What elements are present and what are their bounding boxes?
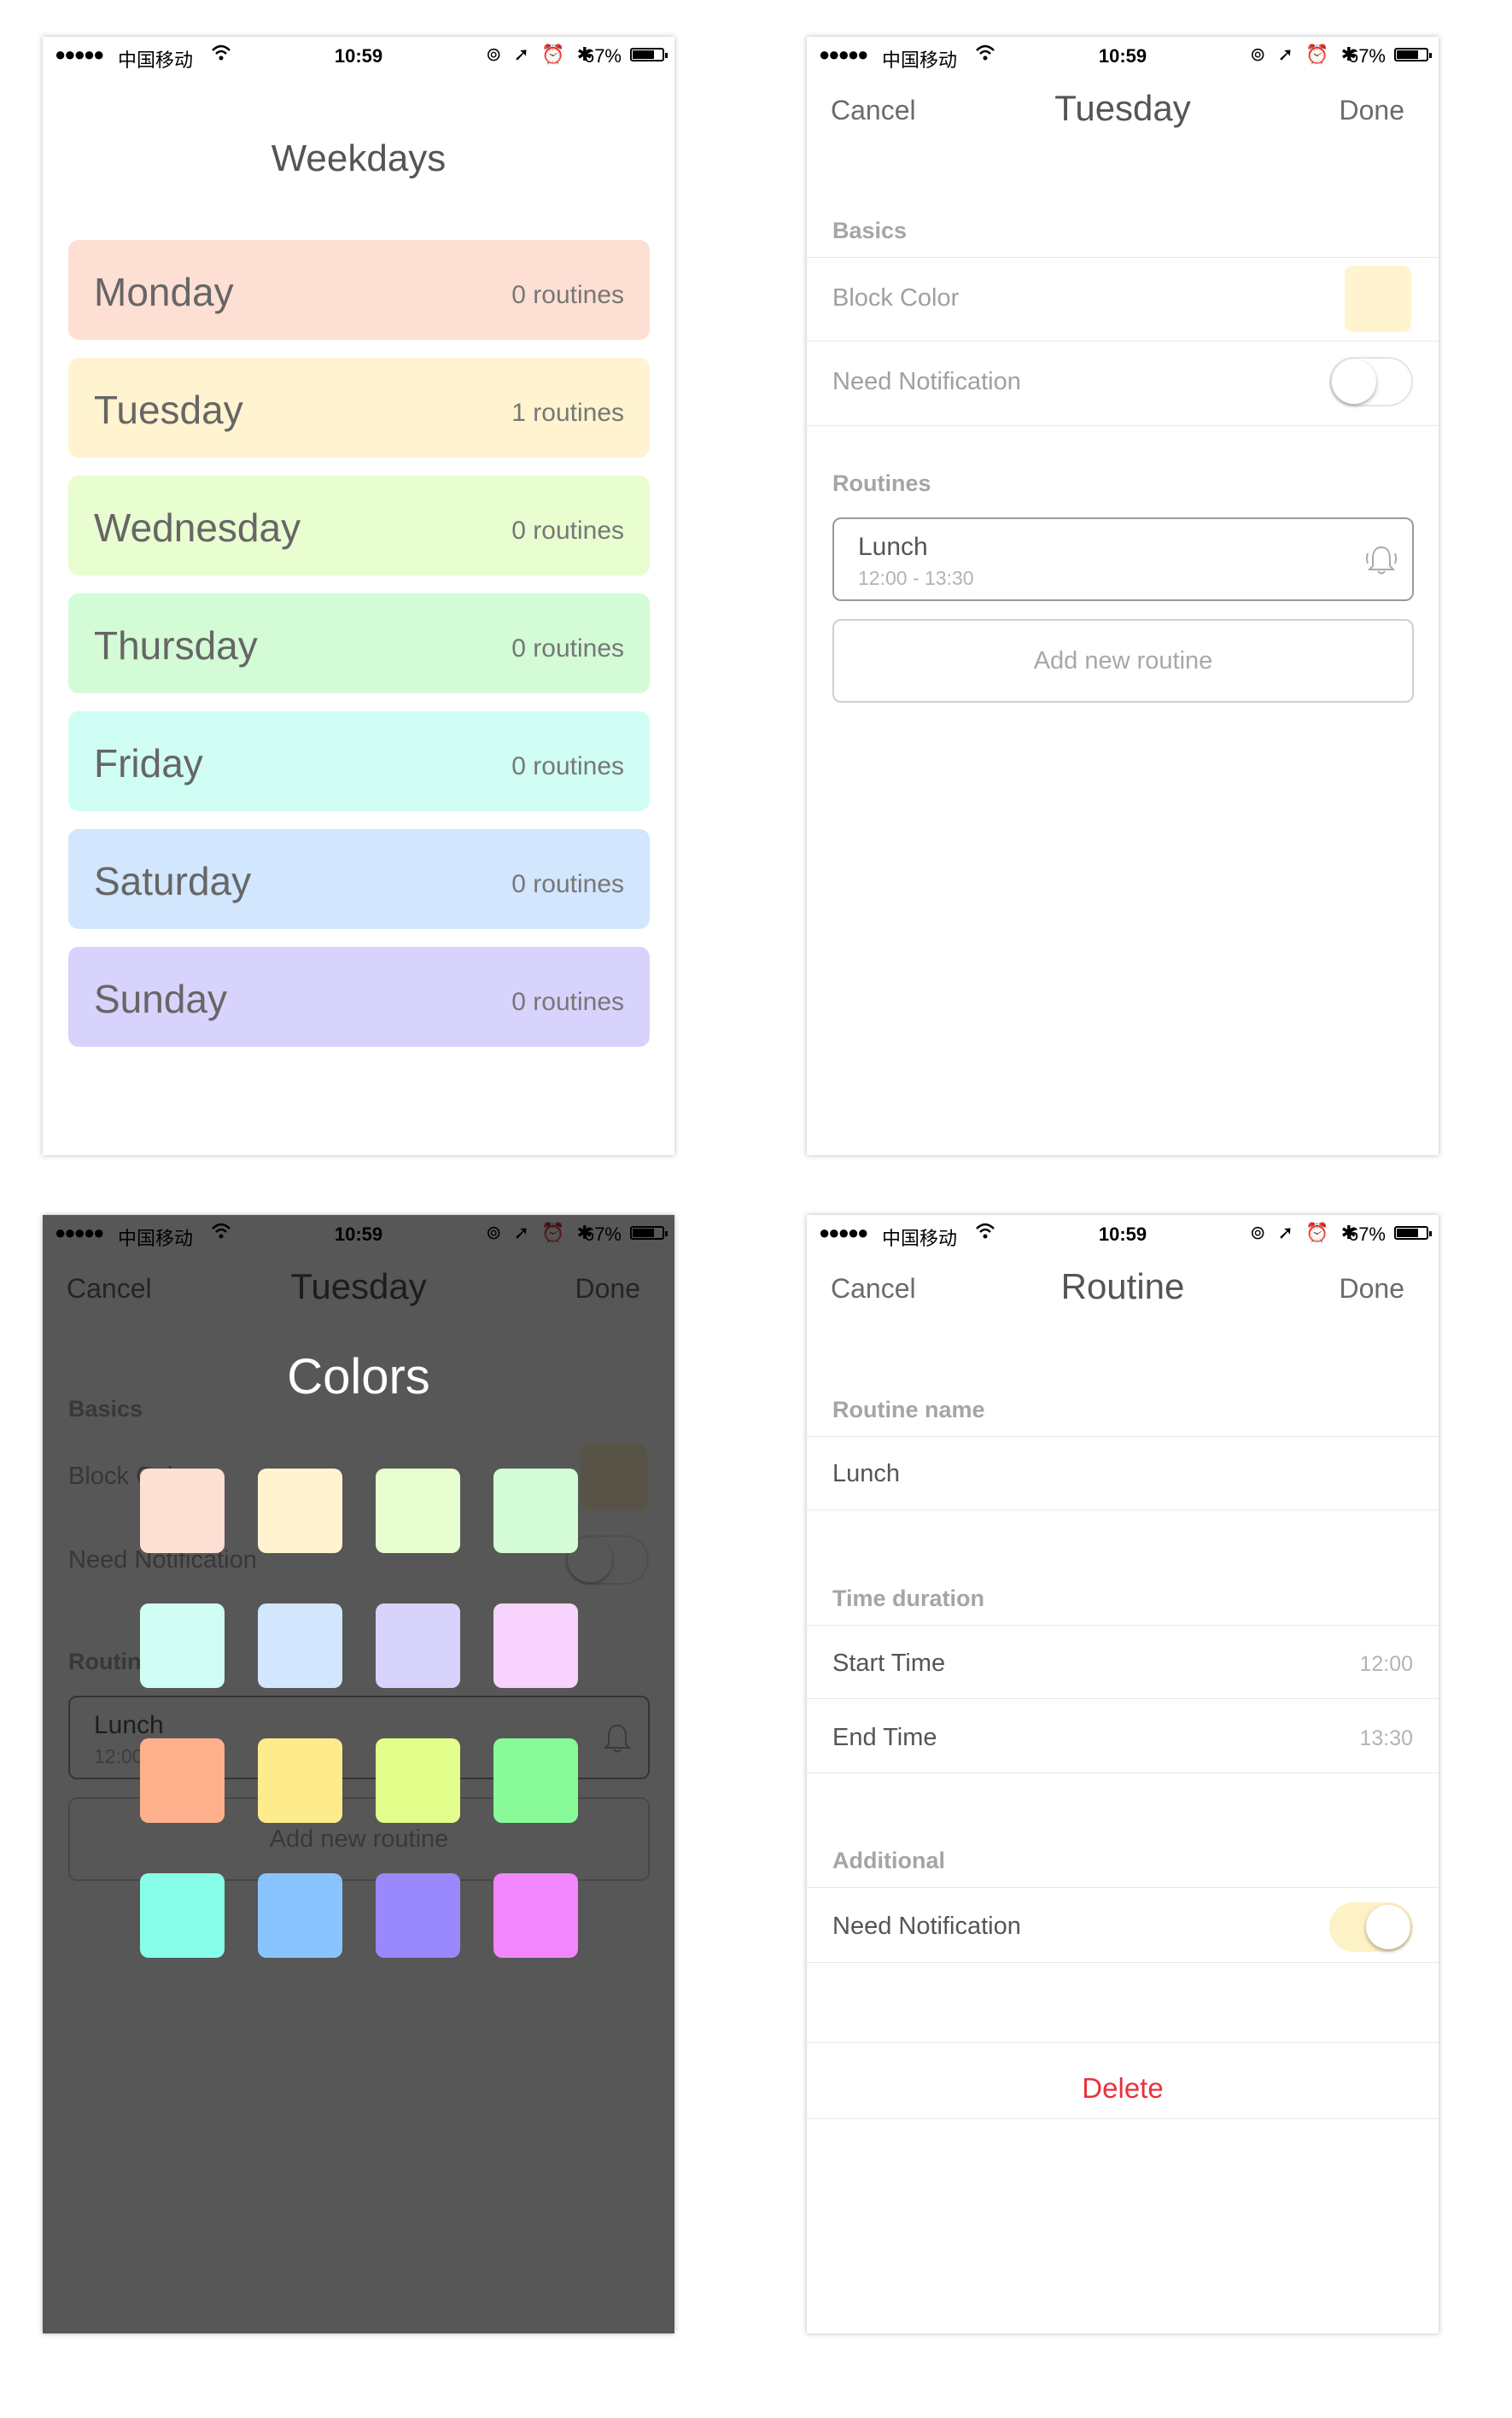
done-button[interactable]: Done xyxy=(1340,95,1405,126)
color-swatch[interactable] xyxy=(140,1738,225,1823)
color-swatch[interactable] xyxy=(258,1873,342,1958)
divider xyxy=(807,1625,1439,1626)
color-swatch[interactable] xyxy=(258,1603,342,1688)
divider xyxy=(807,2042,1439,2043)
routines-header: Routines xyxy=(832,470,931,496)
color-swatch[interactable] xyxy=(258,1469,342,1553)
color-swatch[interactable] xyxy=(258,1738,342,1823)
need-notification-toggle[interactable] xyxy=(1329,1902,1413,1952)
divider xyxy=(807,1698,1439,1699)
color-swatch[interactable] xyxy=(376,1603,460,1688)
divider xyxy=(807,1436,1439,1437)
status-bar: ●●●●● 中国移动 10:59 ⊚ ➚ ⏰ ✱ 67% xyxy=(807,1215,1439,1253)
color-swatch[interactable] xyxy=(493,1603,578,1688)
color-swatch[interactable] xyxy=(493,1738,578,1823)
battery-icon xyxy=(1394,48,1432,61)
time-duration-header: Time duration xyxy=(832,1586,985,1611)
color-swatch[interactable] xyxy=(140,1873,225,1958)
divider xyxy=(807,1962,1439,1963)
day-row-wednesday[interactable]: Wednesday 0 routines xyxy=(68,476,650,575)
day-detail-screen: ●●●●● 中国移动 10:59 ⊚ ➚ ⏰ ✱ 67% Cancel Tues… xyxy=(807,37,1439,1155)
routine-time: 12:00 - 13:30 xyxy=(858,567,974,589)
routine-count: 0 routines xyxy=(511,988,624,1016)
need-notification-label: Need Notification xyxy=(832,368,1021,395)
color-swatch[interactable] xyxy=(493,1873,578,1958)
color-swatch[interactable] xyxy=(493,1469,578,1553)
day-name: Friday xyxy=(94,741,203,786)
battery-percent: 67% xyxy=(583,45,622,67)
start-time-label[interactable]: Start Time xyxy=(832,1650,945,1678)
routine-count: 0 routines xyxy=(511,281,624,309)
add-routine-button[interactable]: Add new routine xyxy=(832,619,1414,703)
routine-count: 0 routines xyxy=(511,634,624,663)
page-title: Weekdays xyxy=(271,137,447,179)
block-color-swatch[interactable] xyxy=(1345,266,1411,332)
color-swatch[interactable] xyxy=(140,1603,225,1688)
battery-icon xyxy=(630,48,668,61)
routine-name-header: Routine name xyxy=(832,1397,985,1422)
routine-detail-screen: ●●●●● 中国移动 10:59 ⊚ ➚ ⏰ ✱ 67% Cancel Rout… xyxy=(807,1215,1439,2333)
status-bar: ●●●●● 中国移动 10:59 ⊚ ➚ ⏰ ✱ 67% xyxy=(807,37,1439,74)
need-notification-label: Need Notification xyxy=(832,1913,1021,1940)
need-notification-toggle[interactable] xyxy=(1329,357,1413,406)
battery-icon xyxy=(1394,1226,1432,1240)
start-time-value[interactable]: 12:00 xyxy=(1359,1652,1413,1677)
divider xyxy=(807,1887,1439,1888)
routine-name-field[interactable]: Lunch xyxy=(832,1460,900,1488)
delete-button[interactable]: Delete xyxy=(807,2072,1439,2105)
color-swatch[interactable] xyxy=(376,1873,460,1958)
day-row-friday[interactable]: Friday 0 routines xyxy=(68,711,650,811)
battery-percent: 67% xyxy=(1347,45,1386,67)
color-swatch[interactable] xyxy=(140,1469,225,1553)
day-row-sunday[interactable]: Sunday 0 routines xyxy=(68,947,650,1047)
color-swatch[interactable] xyxy=(376,1738,460,1823)
color-picker-overlay[interactable]: Colors xyxy=(43,1215,674,2333)
color-swatch[interactable] xyxy=(376,1469,460,1553)
done-button[interactable]: Done xyxy=(1340,1273,1405,1305)
day-name: Tuesday xyxy=(94,388,243,432)
day-row-tuesday[interactable]: Tuesday 1 routines xyxy=(68,358,650,458)
end-time-value[interactable]: 13:30 xyxy=(1359,1726,1413,1751)
toggle-knob xyxy=(1332,359,1376,404)
day-name: Sunday xyxy=(94,977,228,1021)
day-name: Wednesday xyxy=(94,505,301,550)
divider xyxy=(807,341,1439,342)
day-row-thursday[interactable]: Thursday 0 routines xyxy=(68,593,650,693)
divider xyxy=(807,2118,1439,2119)
day-row-monday[interactable]: Monday 0 routines xyxy=(68,240,650,340)
divider xyxy=(807,257,1439,258)
day-name: Monday xyxy=(94,270,234,314)
routine-name: Lunch xyxy=(858,533,928,561)
day-name: Saturday xyxy=(94,859,252,903)
colors-title: Colors xyxy=(287,1349,430,1405)
routine-count: 1 routines xyxy=(511,399,624,427)
divider xyxy=(807,425,1439,426)
bell-icon xyxy=(1364,543,1398,577)
status-icons: ⊚ ➚ ⏰ ✱ xyxy=(1249,44,1360,65)
status-icons: ⊚ ➚ ⏰ ✱ xyxy=(485,44,596,65)
weekdays-screen: ●●●●● 中国移动 10:59 ⊚ ➚ ⏰ ✱ 67% Weekdays Mo… xyxy=(43,37,674,1155)
routine-card[interactable]: Lunch 12:00 - 13:30 xyxy=(832,517,1414,601)
routine-count: 0 routines xyxy=(511,517,624,545)
end-time-label[interactable]: End Time xyxy=(832,1724,937,1752)
day-row-saturday[interactable]: Saturday 0 routines xyxy=(68,829,650,929)
routine-count: 0 routines xyxy=(511,870,624,898)
status-icons: ⊚ ➚ ⏰ ✱ xyxy=(1249,1222,1360,1243)
day-name: Thursday xyxy=(94,623,258,668)
status-bar: ●●●●● 中国移动 10:59 ⊚ ➚ ⏰ ✱ 67% xyxy=(43,37,674,74)
basics-header: Basics xyxy=(832,218,908,243)
additional-header: Additional xyxy=(832,1848,945,1873)
battery-percent: 67% xyxy=(1347,1224,1386,1245)
toggle-knob xyxy=(1366,1905,1410,1949)
color-picker-screen: ●●●●● 中国移动 10:59 ⊚ ➚ ⏰ ✱ 67% Cancel Tues… xyxy=(43,1215,674,2333)
block-color-label: Block Color xyxy=(832,284,960,312)
routine-count: 0 routines xyxy=(511,752,624,780)
